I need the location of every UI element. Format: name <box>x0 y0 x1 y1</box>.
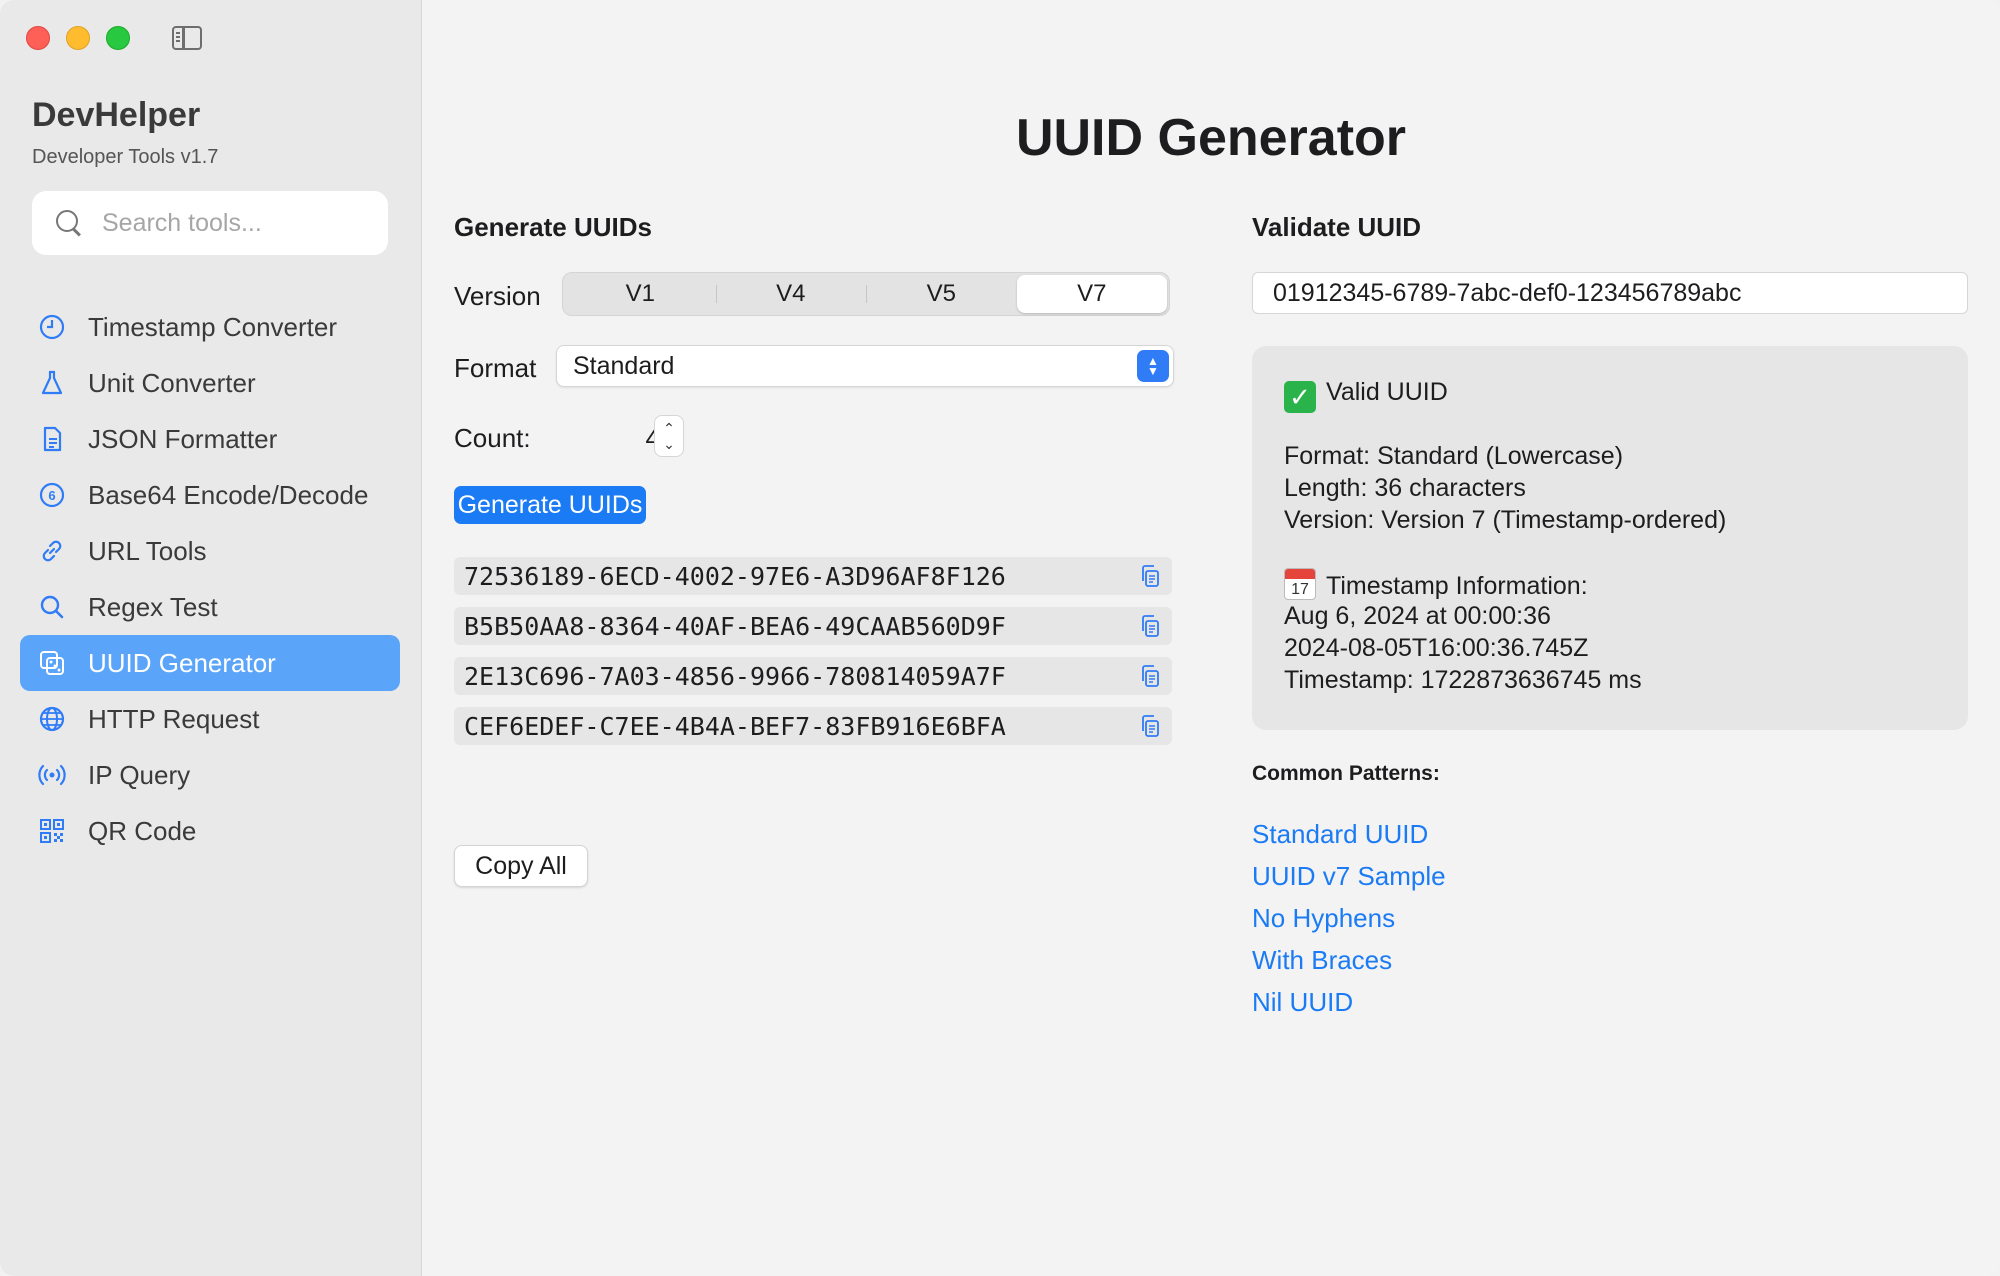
date-human: Aug 6, 2024 at 00:00:36 <box>1284 602 1551 630</box>
document-icon <box>38 425 66 453</box>
timestamp-heading: 17 Timestamp Information: <box>1284 568 1936 600</box>
sidebar-item-ip-query[interactable]: IP Query <box>20 747 400 803</box>
uuid-list: 72536189-6ECD-4002-97E6-A3D96AF8F126 B5B… <box>454 557 1172 757</box>
version-info: Version: Version 7 (Timestamp-ordered) <box>1284 506 1727 534</box>
calendar-icon: 17 <box>1284 568 1316 600</box>
valid-status: ✓ Valid UUID <box>1284 376 1936 413</box>
format-info: Format: Standard (Lowercase) <box>1284 442 1624 470</box>
uuid-value: 2E13C696-7A03-4856-9966-780814059A7F <box>464 661 1006 691</box>
patterns-list: Standard UUID UUID v7 Sample No Hyphens … <box>1252 818 1446 1028</box>
sidebar-item-label: Unit Converter <box>88 367 256 398</box>
format-label: Format <box>454 353 537 383</box>
count-label: Count: <box>454 423 531 453</box>
timestamp-ms: Timestamp: 1722873636745 ms <box>1284 666 1642 694</box>
date-iso: 2024-08-05T16:00:36.745Z <box>1284 634 1589 662</box>
link-icon <box>38 537 66 565</box>
sidebar-item-label: IP Query <box>88 759 191 790</box>
copy-icon[interactable] <box>1138 714 1162 738</box>
copy-icon[interactable] <box>1138 564 1162 588</box>
count-stepper[interactable]: ⌃ ⌄ <box>654 415 684 457</box>
sidebar-toggle-icon[interactable] <box>172 26 202 50</box>
clock-icon <box>38 313 66 341</box>
validation-result: ✓ Valid UUID Format: Standard (Lowercase)… <box>1252 346 1968 730</box>
validate-heading: Validate UUID <box>1252 212 1422 242</box>
sidebar-nav: Timestamp Converter Unit Converter JSON … <box>20 299 400 859</box>
sidebar-item-uuid-generator[interactable]: UUID Generator <box>20 635 400 691</box>
timestamp-heading-text: Timestamp Information: <box>1326 572 1588 600</box>
pattern-link-uuid-v7-sample[interactable]: UUID v7 Sample <box>1252 860 1446 902</box>
copy-icon[interactable] <box>1138 614 1162 638</box>
sidebar-item-label: JSON Formatter <box>88 423 278 454</box>
patterns-heading: Common Patterns: <box>1252 762 1440 785</box>
copy-icon[interactable] <box>1138 664 1162 688</box>
search-input[interactable] <box>102 208 372 238</box>
checkmark-icon: ✓ <box>1284 381 1316 413</box>
sidebar-item-http-request[interactable]: HTTP Request <box>20 691 400 747</box>
version-label: Version <box>454 281 541 311</box>
search-icon <box>56 210 82 236</box>
uuid-value: CEF6EDEF-C7EE-4B4A-BEF7-83FB916E6BFA <box>464 711 1006 741</box>
version-option-v4[interactable]: V4 <box>715 275 867 313</box>
broadcast-icon <box>38 761 66 789</box>
app-window: DevHelper Developer Tools v1.7 Timestamp… <box>0 0 2000 1276</box>
pattern-link-with-braces[interactable]: With Braces <box>1252 944 1446 986</box>
version-segmented-control[interactable]: V1 V4 V5 V7 <box>562 272 1170 316</box>
sidebar-item-label: Base64 Encode/Decode <box>88 479 369 510</box>
globe-icon <box>38 705 66 733</box>
sidebar-item-label: HTTP Request <box>88 703 260 734</box>
sidebar-item-regex-test[interactable]: Regex Test <box>20 579 400 635</box>
uuid-value: 72536189-6ECD-4002-97E6-A3D96AF8F126 <box>464 561 1006 591</box>
length-info: Length: 36 characters <box>1284 474 1526 502</box>
format-select-value: Standard <box>573 351 675 380</box>
sidebar: DevHelper Developer Tools v1.7 Timestamp… <box>0 0 422 1276</box>
sidebar-item-label: URL Tools <box>88 535 207 566</box>
dice-icon <box>38 649 66 677</box>
version-option-v7[interactable]: V7 <box>1016 275 1167 313</box>
generate-heading: Generate UUIDs <box>454 212 652 242</box>
magnifier-icon <box>38 593 66 621</box>
sidebar-item-json-formatter[interactable]: JSON Formatter <box>20 411 400 467</box>
uuid-row: 72536189-6ECD-4002-97E6-A3D96AF8F126 <box>454 557 1172 595</box>
sidebar-item-qr-code[interactable]: QR Code <box>20 803 400 859</box>
valid-status-text: Valid UUID <box>1326 378 1448 406</box>
uuid-value: B5B50AA8-8364-40AF-BEA6-49CAAB560D9F <box>464 611 1006 641</box>
page-title: UUID Generator <box>1015 109 1407 167</box>
qrcode-icon <box>38 817 66 845</box>
stepper-up-icon[interactable]: ⌃ <box>663 420 675 436</box>
search-box[interactable] <box>32 191 388 255</box>
sidebar-item-label: UUID Generator <box>88 647 276 678</box>
close-window-button[interactable] <box>26 26 50 50</box>
main-content: UUID Generator Generate UUIDs Version V1… <box>422 0 2000 1276</box>
stepper-down-icon[interactable]: ⌄ <box>663 436 675 452</box>
minimize-window-button[interactable] <box>66 26 90 50</box>
version-option-v5[interactable]: V5 <box>866 275 1017 313</box>
pattern-link-nil-uuid[interactable]: Nil UUID <box>1252 986 1446 1028</box>
sidebar-item-label: Timestamp Converter <box>88 311 337 342</box>
format-select[interactable]: Standard ▲ ▼ <box>556 345 1174 387</box>
uuid-row: CEF6EDEF-C7EE-4B4A-BEF7-83FB916E6BFA <box>454 707 1172 745</box>
sidebar-item-url-tools[interactable]: URL Tools <box>20 523 400 579</box>
validate-uuid-input[interactable] <box>1252 272 1968 314</box>
sidebar-item-timestamp-converter[interactable]: Timestamp Converter <box>20 299 400 355</box>
sidebar-item-base64[interactable]: 6 Base64 Encode/Decode <box>20 467 400 523</box>
version-option-v1[interactable]: V1 <box>565 275 716 313</box>
sidebar-item-label: Regex Test <box>88 591 218 622</box>
maximize-window-button[interactable] <box>106 26 130 50</box>
copy-all-button[interactable]: Copy All <box>454 845 588 887</box>
svg-text:6: 6 <box>48 488 55 503</box>
six-circle-icon: 6 <box>38 481 66 509</box>
window-controls <box>26 26 130 50</box>
sidebar-item-label: QR Code <box>88 815 197 846</box>
uuid-row: 2E13C696-7A03-4856-9966-780814059A7F <box>454 657 1172 695</box>
flask-icon <box>38 369 66 397</box>
app-title: DevHelper <box>32 96 201 134</box>
sidebar-item-unit-converter[interactable]: Unit Converter <box>20 355 400 411</box>
generate-uuids-button[interactable]: Generate UUIDs <box>454 486 646 524</box>
pattern-link-no-hyphens[interactable]: No Hyphens <box>1252 902 1446 944</box>
uuid-row: B5B50AA8-8364-40AF-BEA6-49CAAB560D9F <box>454 607 1172 645</box>
app-subtitle: Developer Tools v1.7 <box>32 146 219 168</box>
chevron-updown-icon: ▲ ▼ <box>1137 350 1169 382</box>
pattern-link-standard-uuid[interactable]: Standard UUID <box>1252 818 1446 860</box>
